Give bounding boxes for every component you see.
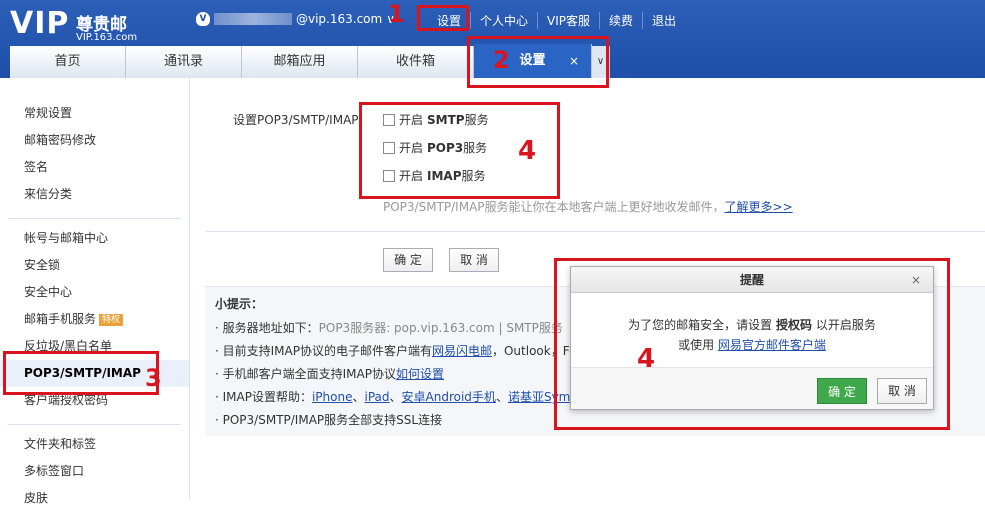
sidebar-item-security-center[interactable]: 安全中心 [0,279,189,306]
annotation-box-dialog [554,258,950,430]
tab-mail-apps[interactable]: 邮箱应用 [242,46,358,78]
tip-line-imap-help: · IMAP设置帮助：iPhone、iPad、安卓Android手机、诺基亚Sy… [215,388,570,405]
android-help-link[interactable]: 安卓Android手机 [402,390,496,404]
account-menu[interactable]: V @vip.163.com ∨ [196,12,395,26]
annotation-number-4-checkboxes: 4 [518,136,537,166]
tab-contacts[interactable]: 通讯录 [126,46,242,78]
tip-line-server: · 服务器地址如下：POP3服务器: pop.vip.163.com | SMT… [215,319,563,336]
sidebar-item-account-center[interactable]: 帐号与邮箱中心 [0,225,189,252]
tip-text: · 手机邮客户端全面支持IMAP协议 [215,367,396,381]
tip-text: · 目前支持IMAP协议的电子邮件客户端有 [215,344,432,358]
how-to-setup-link[interactable]: 如何设置 [396,367,444,381]
learn-more-link[interactable]: 了解更多>> [725,200,793,214]
sidebar-item-security-lock[interactable]: 安全锁 [0,252,189,279]
top-nav-vip-service[interactable]: VIP客服 [538,12,601,29]
tip-line-clients: · 目前支持IMAP协议的电子邮件客户端有网易闪电邮，Outlook，Fox [215,342,583,359]
logo-domain: VIP.163.com [76,32,138,43]
annotation-box-pop3-menu [3,351,159,395]
sidebar-item-general[interactable]: 常规设置 [0,100,189,127]
sidebar-divider [8,424,181,425]
ipad-help-link[interactable]: iPad [365,390,390,404]
tip-line-mobile: · 手机邮客户端全面支持IMAP协议如何设置 [215,365,444,382]
sidebar-item-skin[interactable]: 皮肤 [0,485,189,512]
annotation-box-settings-link [417,5,469,31]
top-nav-logout[interactable]: 退出 [643,12,685,29]
section-divider [205,231,985,232]
service-hint-text: POP3/SMTP/IMAP服务能让你在本地客户端上更好地收发邮件， [383,200,725,214]
tips-title: 小提示： [215,297,264,311]
settings-label: 设置POP3/SMTP/IMAP: [233,113,363,127]
annotation-number-2: 2 [493,46,510,74]
settings-sidebar: 常规设置 邮箱密码修改 签名 来信分类 帐号与邮箱中心 安全锁 安全中心 邮箱手… [0,78,190,505]
sidebar-item-password[interactable]: 邮箱密码修改 [0,127,189,154]
tip-text: · IMAP设置帮助： [215,390,312,404]
netease-flash-mail-link[interactable]: 网易闪电邮 [432,344,492,358]
privilege-badge: 特权 [99,313,124,326]
sidebar-item-signature[interactable]: 签名 [0,154,189,181]
sidebar-item-label: 邮箱手机服务 [24,312,97,326]
annotation-number-4-dialog: 4 [637,344,656,374]
sidebar-item-multi-tab[interactable]: 多标签窗口 [0,458,189,485]
separator: 、 [495,390,508,404]
service-hint: POP3/SMTP/IMAP服务能让你在本地客户端上更好地收发邮件，了解更多>> [383,198,793,215]
tip-server-address: POP3服务器: pop.vip.163.com | SMTP服务 [318,321,563,335]
account-email-suffix: @vip.163.com [296,12,383,26]
tab-inbox[interactable]: 收件箱 [358,46,474,78]
annotation-number-3: 3 [145,364,162,392]
sidebar-item-folders[interactable]: 文件夹和标签 [0,431,189,458]
blurred-username [214,13,292,25]
sidebar-item-mobile-service[interactable]: 邮箱手机服务 特权 [0,306,189,333]
tip-line-ssl: · POP3/SMTP/IMAP服务全部支持SSL连接 [215,413,443,427]
sidebar-item-filters[interactable]: 来信分类 [0,181,189,208]
tip-text: · 服务器地址如下： [215,321,319,335]
top-nav-profile[interactable]: 个人中心 [471,12,539,29]
cancel-button[interactable]: 取 消 [449,248,499,272]
separator: 、 [352,390,365,404]
separator: 、 [389,390,402,404]
logo-vip: VIP [10,6,70,41]
top-nav-renew[interactable]: 续费 [600,12,644,29]
tab-home[interactable]: 首页 [10,46,126,78]
annotation-box-settings-tab [467,36,609,88]
annotation-number-1: 1 [388,0,405,28]
confirm-button[interactable]: 确 定 [383,248,433,272]
vip-logo[interactable]: VIP 尊贵邮 VIP.163.com [10,6,137,43]
iphone-help-link[interactable]: iPhone [312,390,353,404]
sidebar-divider [8,218,181,219]
shield-icon: V [196,12,210,26]
sidebar-group-general: 常规设置 邮箱密码修改 签名 来信分类 [0,100,189,208]
